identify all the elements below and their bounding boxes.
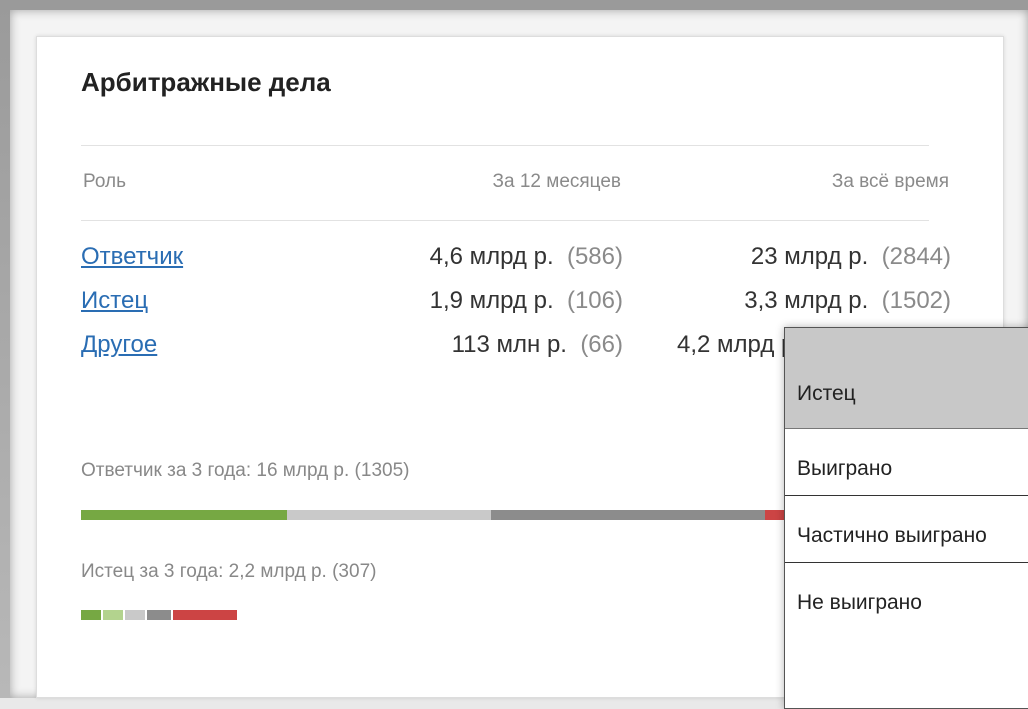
- amount-12-months: 1,9 млрд р. (106): [430, 287, 623, 315]
- bar-segment-lost-red[interactable]: [173, 610, 237, 620]
- role-link-plaintiff[interactable]: Истец: [81, 287, 148, 315]
- plaintiff-tooltip: Истец Выиграно Частично выиграно Не выиг…: [784, 327, 1028, 709]
- amount-all-time: 4,2 млрд р.: [677, 331, 801, 359]
- tooltip-row-label: Не выиграно: [797, 591, 922, 614]
- bar-segment-lost[interactable]: [491, 510, 765, 520]
- case-count: (2844): [881, 243, 951, 270]
- bar-segment-partial[interactable]: [103, 610, 123, 620]
- column-header-12-months: За 12 месяцев: [492, 171, 621, 192]
- amount-value: 1,9 млрд р.: [429, 287, 554, 314]
- amount-12-months: 4,6 млрд р. (586): [430, 243, 623, 271]
- amount-12-months: 113 млн р. (66): [452, 331, 623, 359]
- divider-top: [81, 145, 929, 146]
- bar-segment-lost[interactable]: [125, 610, 145, 620]
- column-header-all-time: За всё время: [831, 171, 949, 192]
- bar-segment-won[interactable]: [81, 610, 101, 620]
- role-link-defendant[interactable]: Ответчик: [81, 243, 183, 271]
- amount-value: 23 млрд р.: [750, 243, 869, 270]
- tooltip-row-label: Частично выиграно: [797, 524, 987, 547]
- tooltip-header: Истец: [785, 328, 1028, 429]
- amount-value: 113 млн р.: [451, 331, 567, 358]
- amount-value: 4,2 млрд р.: [677, 331, 802, 358]
- case-count: (586): [566, 243, 623, 270]
- tooltip-title: Истец: [797, 382, 856, 405]
- tooltip-row-partial: Частично выиграно: [785, 496, 1028, 563]
- defendant-3-year-summary: Ответчик за 3 года: 16 млрд р. (1305): [81, 460, 410, 481]
- tooltip-row-won: Выиграно: [785, 429, 1028, 496]
- amount-value: 3,3 млрд р.: [744, 287, 869, 314]
- table-row: Истец 1,9 млрд р. (106) 3,3 млрд р. (150…: [37, 287, 1005, 321]
- tooltip-row-label: Выиграно: [797, 457, 893, 480]
- divider-header: [81, 220, 929, 221]
- bar-segment-won[interactable]: [81, 510, 287, 520]
- bar-segment-other[interactable]: [765, 510, 785, 520]
- case-count: (66): [580, 331, 623, 358]
- amount-all-time: 3,3 млрд р. (1502): [744, 287, 951, 315]
- amount-all-time: 23 млрд р. (2844): [751, 243, 951, 271]
- role-link-other[interactable]: Другое: [81, 331, 157, 359]
- column-header-role: Роль: [83, 171, 126, 192]
- tooltip-row-lost: Не выиграно: [785, 563, 1028, 629]
- amount-value: 4,6 млрд р.: [429, 243, 554, 270]
- plaintiff-3-year-summary: Истец за 3 года: 2,2 млрд р. (307): [81, 561, 377, 582]
- card-title: Арбитражные дела: [81, 67, 331, 97]
- table-row: Ответчик 4,6 млрд р. (586) 23 млрд р. (2…: [37, 243, 1005, 277]
- case-count: (1502): [881, 287, 951, 314]
- case-count: (106): [566, 287, 623, 314]
- bar-segment-partial[interactable]: [287, 510, 491, 520]
- bar-segment-other[interactable]: [147, 610, 171, 620]
